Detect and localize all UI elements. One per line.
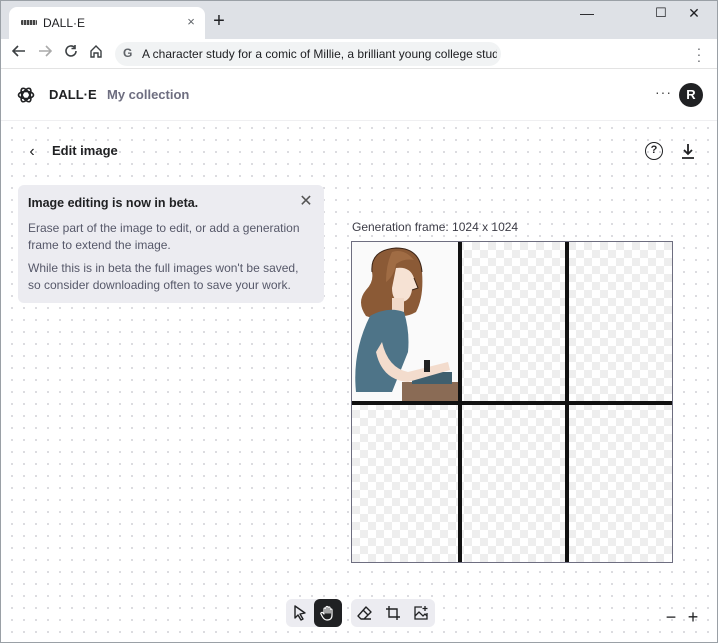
address-bar[interactable]: G A character study for a comic of Milli… bbox=[115, 42, 501, 66]
generated-image[interactable] bbox=[352, 242, 458, 402]
select-cursor-icon[interactable] bbox=[286, 599, 314, 627]
generation-frame[interactable] bbox=[351, 241, 673, 563]
tab-close-icon[interactable]: × bbox=[183, 14, 199, 30]
editing-tools bbox=[351, 599, 435, 627]
generation-frame-label: Generation frame: 1024 x 1024 bbox=[352, 220, 519, 234]
google-search-icon: G bbox=[123, 46, 133, 60]
beta-banner: Image editing is now in beta. ✕ Erase pa… bbox=[18, 185, 324, 303]
nav-my-collection[interactable]: My collection bbox=[107, 87, 189, 102]
reload-icon[interactable] bbox=[60, 43, 82, 65]
new-tab-button[interactable]: + bbox=[209, 11, 229, 32]
browser-toolbar: G A character study for a comic of Milli… bbox=[1, 39, 717, 69]
brand-name[interactable]: DALL·E bbox=[49, 87, 97, 102]
forward-arrow-icon[interactable] bbox=[34, 43, 56, 65]
back-chevron-icon[interactable]: ‹ bbox=[23, 143, 41, 161]
add-frame-icon[interactable] bbox=[379, 599, 407, 627]
frame-divider bbox=[352, 401, 672, 405]
banner-text: Erase part of the image to edit, or add … bbox=[28, 221, 300, 252]
download-icon[interactable] bbox=[679, 141, 697, 161]
address-text: A character study for a comic of Millie,… bbox=[142, 47, 497, 61]
app-canvas-area: DALL·E My collection ··· R ‹ Edit image … bbox=[1, 69, 717, 642]
tab-strip: DALL·E × + — ☐ ✕ bbox=[1, 1, 717, 39]
more-options-icon[interactable]: ··· bbox=[655, 84, 672, 100]
zoom-out-button[interactable]: − bbox=[662, 608, 680, 627]
back-arrow-icon[interactable] bbox=[8, 43, 30, 65]
pan-hand-icon[interactable] bbox=[314, 599, 342, 627]
browser-menu-icon[interactable]: · · · bbox=[691, 41, 707, 67]
upload-image-icon[interactable] bbox=[407, 599, 435, 627]
help-icon[interactable]: ? bbox=[645, 142, 663, 160]
banner-text-note: While this is in beta the full images wo… bbox=[28, 261, 299, 292]
openai-logo-icon[interactable] bbox=[16, 85, 36, 105]
browser-window: DALL·E × + — ☐ ✕ G A character study for… bbox=[0, 0, 718, 643]
app-header: DALL·E My collection ··· R bbox=[1, 69, 717, 121]
browser-tab[interactable]: DALL·E × bbox=[9, 7, 205, 39]
minimize-button[interactable]: — bbox=[572, 5, 602, 23]
maximize-button[interactable]: ☐ bbox=[646, 5, 676, 23]
tab-title: DALL·E bbox=[43, 16, 86, 30]
navigation-tools bbox=[286, 599, 342, 627]
page-title: Edit image bbox=[52, 143, 118, 158]
avatar[interactable]: R bbox=[679, 83, 703, 107]
close-icon[interactable]: ✕ bbox=[298, 194, 314, 210]
favicon-icon bbox=[21, 20, 37, 25]
zoom-in-button[interactable]: + bbox=[684, 608, 702, 627]
banner-title: Image editing is now in beta. bbox=[28, 196, 199, 210]
close-window-button[interactable]: ✕ bbox=[679, 5, 709, 23]
eraser-icon[interactable] bbox=[351, 599, 379, 627]
home-icon[interactable] bbox=[85, 43, 107, 65]
